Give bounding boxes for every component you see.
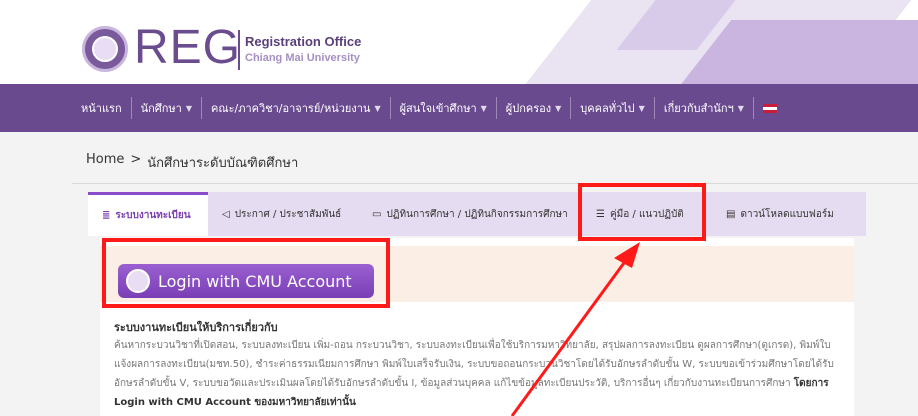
annotation-arrow bbox=[510, 242, 640, 416]
page: REG Registration Office Chiang Mai Unive… bbox=[0, 0, 918, 416]
